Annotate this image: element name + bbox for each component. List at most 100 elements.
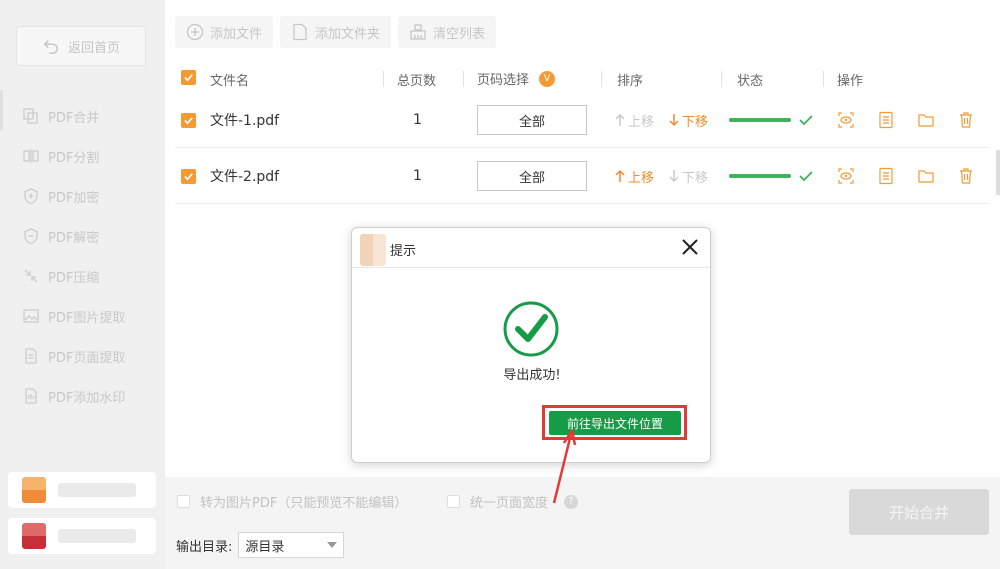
page-icon: [25, 348, 37, 364]
preview-eye-icon[interactable]: [837, 111, 855, 129]
sidebar-item-pdf-image-extract[interactable]: PDF图片提取: [22, 296, 125, 336]
row-move-down[interactable]: 下移: [669, 148, 708, 204]
row-pages: 1: [413, 112, 422, 128]
lock-shield-icon: [24, 188, 38, 205]
folder-icon[interactable]: [917, 111, 935, 129]
sidebar-item-pdf-page-extract[interactable]: PDF页面提取: [22, 336, 125, 376]
folder-icon[interactable]: [917, 167, 935, 185]
unify-width-label: 统一页面宽度: [470, 496, 549, 511]
header-status: 状态: [737, 74, 764, 89]
output-dir-select[interactable]: 源目录: [238, 532, 345, 558]
sidebar-item-pdf-watermark[interactable]: PDF添加水印: [22, 376, 125, 416]
dialog-message: 导出成功!: [503, 368, 561, 383]
unlock-shield-icon: [24, 228, 38, 245]
chevron-down-icon: [327, 542, 338, 548]
back-home-label: 返回首页: [67, 40, 120, 56]
file-icon: [293, 23, 307, 41]
row-pages: 1: [413, 168, 422, 184]
sidebar-item-label: PDF页面提取: [48, 350, 126, 366]
clear-list-label: 清空列表: [433, 26, 486, 42]
clear-list-button[interactable]: 清空列表: [398, 16, 497, 48]
split-icon: [23, 149, 39, 163]
vertical-scrollbar[interactable]: [996, 150, 1000, 195]
promo-app-2[interactable]: [8, 518, 156, 554]
row-status: [729, 148, 813, 204]
dialog-title: 提示: [390, 244, 417, 259]
row-move-down[interactable]: 下移: [669, 92, 708, 148]
page-range-input[interactable]: 全部: [477, 161, 587, 191]
close-icon[interactable]: [680, 237, 700, 257]
blurred-app-name: [58, 483, 136, 497]
option-to-image-pdf[interactable]: 转为图片PDF（只能预览不能编辑）: [177, 492, 407, 511]
merge-icon: [23, 108, 38, 124]
add-folder-button[interactable]: 添加文件夹: [280, 16, 392, 48]
check-icon: [799, 115, 813, 126]
arrow-down-icon: [669, 114, 679, 127]
compress-icon: [24, 269, 38, 283]
document-icon[interactable]: [877, 111, 895, 129]
output-directory: 输出目录: 源目录: [176, 532, 345, 558]
column-divider: [823, 71, 824, 87]
to-image-pdf-label: 转为图片PDF（只能预览不能编辑）: [200, 496, 408, 511]
sidebar-nav: PDF合并 PDF分割 PDF加密 PDF解密 PDF压缩 PDF图片提取 PD…: [22, 96, 125, 416]
sidebar-item-label: PDF解密: [48, 230, 100, 246]
app-logo: [22, 523, 46, 549]
sidebar-item-label: PDF图片提取: [48, 310, 126, 326]
file-table: 文件名 总页数 页码选择 V 排序 状态 操作 文件-1.pdf 1 全部 上移…: [175, 66, 989, 204]
column-divider: [721, 71, 722, 87]
to-image-pdf-checkbox[interactable]: [177, 495, 190, 508]
sidebar-item-label: PDF加密: [48, 190, 100, 206]
row-filename: 文件-2.pdf: [210, 169, 280, 185]
start-merge-button[interactable]: 开始合并: [849, 489, 989, 535]
header-sort: 排序: [617, 74, 644, 89]
add-folder-label: 添加文件夹: [315, 26, 381, 42]
document-icon[interactable]: [877, 167, 895, 185]
row-move-up[interactable]: 上移: [615, 148, 654, 204]
broom-icon: [410, 24, 426, 40]
toolbar: 添加文件 添加文件夹 清空列表: [175, 16, 497, 48]
sidebar-item-label: PDF添加水印: [48, 390, 126, 406]
sidebar-item-pdf-encrypt[interactable]: PDF加密: [22, 176, 125, 216]
row-actions: [837, 148, 975, 204]
success-check-icon: [503, 301, 559, 357]
success-dialog: 提示 导出成功! 前往导出文件位置: [351, 227, 711, 463]
output-dir-value: 源目录: [245, 539, 285, 555]
progress-bar: [729, 174, 791, 178]
add-file-button[interactable]: 添加文件: [175, 16, 274, 48]
row-page-range[interactable]: 全部: [477, 92, 587, 148]
header-filename: 文件名: [210, 74, 250, 89]
select-all-checkbox[interactable]: [181, 70, 196, 85]
image-icon: [23, 309, 39, 323]
header-page-select-label: 页码选择: [477, 73, 530, 88]
row-page-range[interactable]: 全部: [477, 148, 587, 204]
app-logo-icon: [360, 234, 386, 266]
sidebar-item-pdf-split[interactable]: PDF分割: [22, 136, 125, 176]
header-pages: 总页数: [397, 74, 437, 89]
row-move-up[interactable]: 上移: [615, 92, 654, 148]
plus-circle-icon: [186, 23, 204, 41]
sidebar-item-pdf-compress[interactable]: PDF压缩: [22, 256, 125, 296]
watermark-icon: [25, 388, 37, 404]
row-checkbox[interactable]: [181, 92, 196, 148]
sidebar-item-pdf-decrypt[interactable]: PDF解密: [22, 216, 125, 256]
column-divider: [463, 71, 464, 87]
move-down-label: 下移: [682, 114, 709, 130]
table-row: 文件-1.pdf 1 全部 上移 下移: [175, 92, 989, 148]
check-icon: [799, 171, 813, 182]
promo-app-1[interactable]: [8, 472, 156, 508]
unify-width-checkbox[interactable]: [447, 495, 460, 508]
trash-icon[interactable]: [957, 111, 975, 129]
row-checkbox[interactable]: [181, 148, 196, 204]
back-home-button[interactable]: 返回首页: [16, 26, 146, 66]
sidebar-item-pdf-merge[interactable]: PDF合并: [22, 96, 125, 136]
sidebar-item-label: PDF分割: [48, 150, 100, 166]
trash-icon[interactable]: [957, 167, 975, 185]
app-logo: [22, 477, 46, 503]
table-header: 文件名 总页数 页码选择 V 排序 状态 操作: [175, 66, 989, 92]
page-range-input[interactable]: 全部: [477, 105, 587, 135]
preview-eye-icon[interactable]: [837, 167, 855, 185]
column-divider: [601, 71, 602, 87]
arrow-down-icon: [669, 170, 679, 183]
arrow-up-icon: [615, 169, 625, 182]
page-select-dropdown-icon[interactable]: V: [539, 70, 556, 87]
